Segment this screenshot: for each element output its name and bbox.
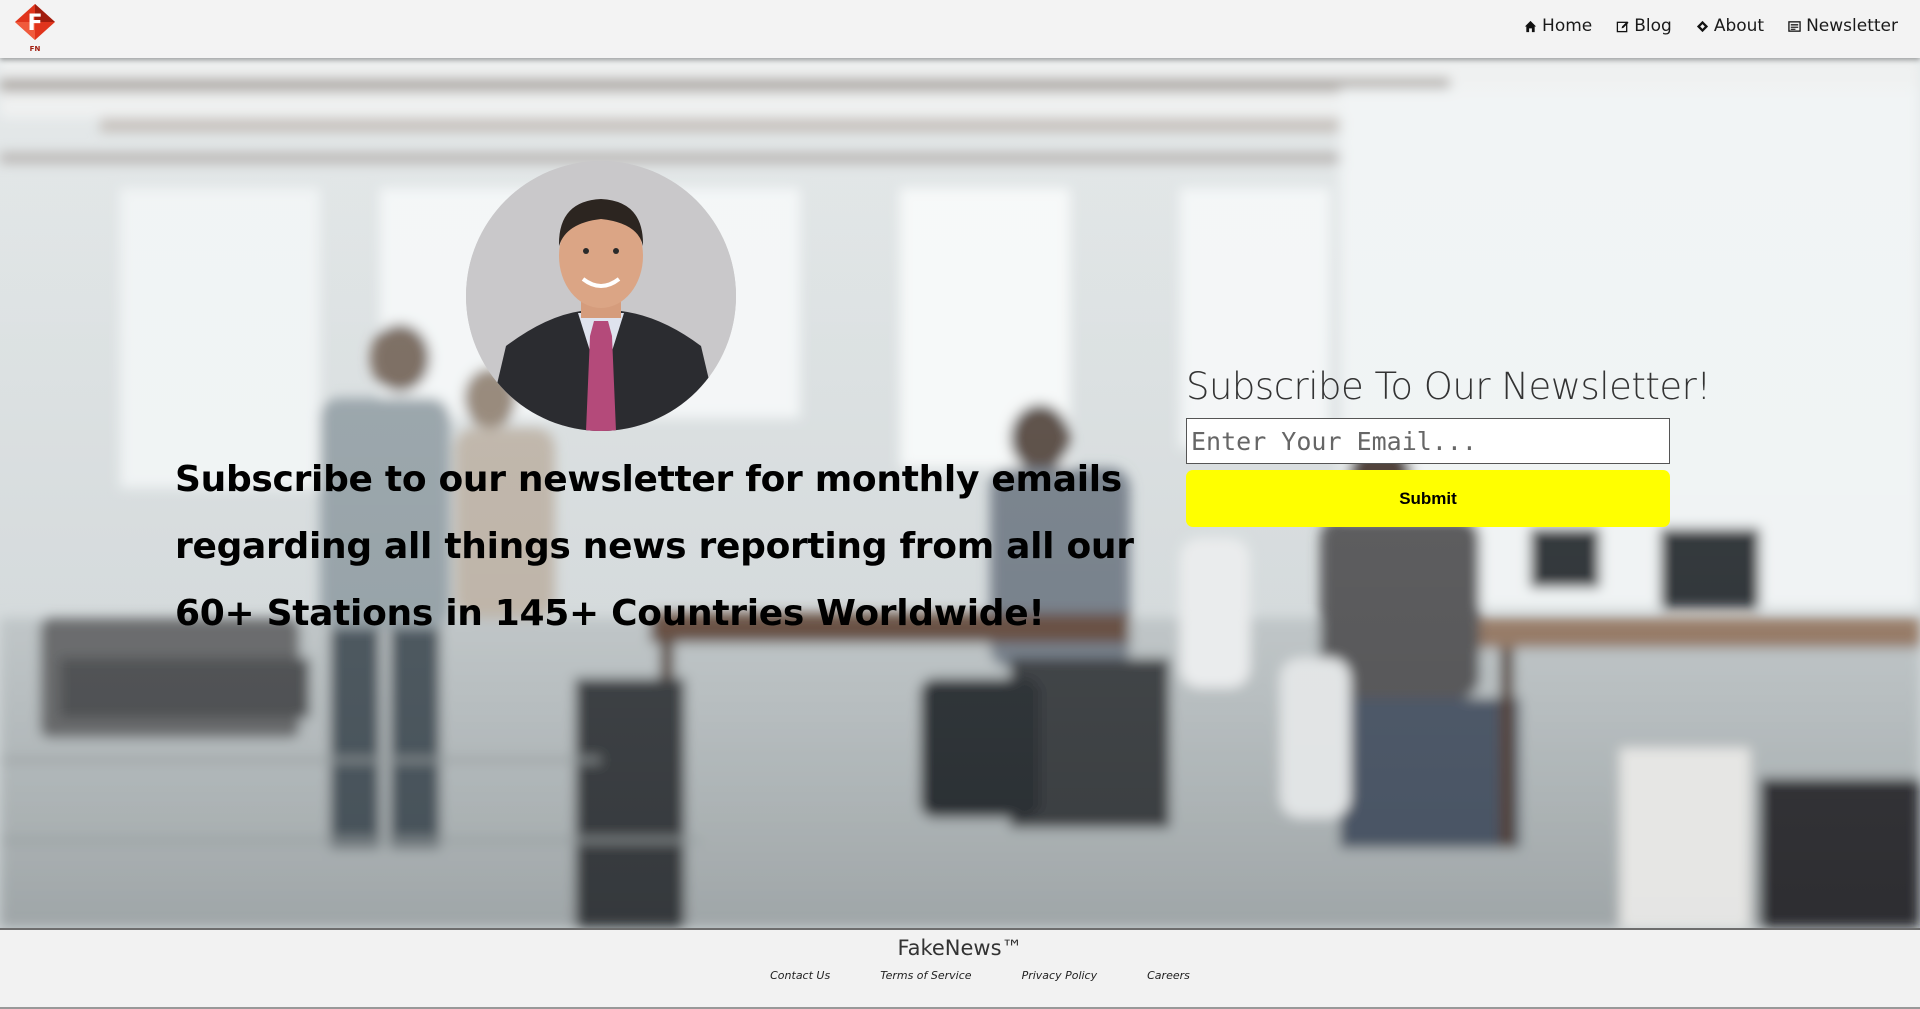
nav-about-label: About (1713, 16, 1765, 36)
site-logo[interactable]: F FN (14, 3, 56, 53)
edit-icon (1616, 20, 1629, 33)
main-nav: Home Blog About Newsletter (1524, 16, 1898, 36)
nav-about[interactable]: About (1696, 16, 1764, 36)
nav-newsletter-label: Newsletter (1806, 16, 1898, 36)
profile-avatar (466, 161, 736, 431)
submit-button[interactable]: Submit (1186, 470, 1670, 527)
email-input[interactable] (1186, 418, 1670, 464)
diamond-icon (1696, 20, 1709, 33)
newspaper-icon (1788, 20, 1801, 33)
top-navbar: F FN Home Blog About Newsletter (0, 0, 1920, 58)
footer-link-contact[interactable]: Contact Us (770, 969, 830, 982)
nav-home-label: Home (1542, 16, 1593, 36)
home-icon (1524, 20, 1537, 33)
logo-mark-icon: F (15, 4, 55, 40)
footer-link-careers[interactable]: Careers (1147, 969, 1190, 982)
subscribe-form: Subscribe To Our Newsletter! Submit (1186, 364, 1711, 527)
footer-link-terms[interactable]: Terms of Service (880, 969, 971, 982)
hero-section: Subscribe to our newsletter for monthly … (0, 58, 1920, 928)
nav-blog[interactable]: Blog (1616, 16, 1672, 36)
footer-link-privacy[interactable]: Privacy Policy (1022, 969, 1098, 982)
footer-brand: FakeNews™ (897, 936, 1023, 960)
footer-links: Contact Us Terms of Service Privacy Poli… (0, 969, 1920, 982)
promo-text: Subscribe to our newsletter for monthly … (175, 459, 1134, 634)
logo-letter: F (27, 11, 42, 36)
nav-blog-label: Blog (1634, 16, 1672, 36)
nav-newsletter[interactable]: Newsletter (1788, 16, 1898, 36)
logo-text: FN (29, 45, 41, 53)
nav-home[interactable]: Home (1524, 16, 1592, 36)
subscribe-title: Subscribe To Our Newsletter! (1186, 365, 1711, 408)
site-footer: FakeNews™ Contact Us Terms of Service Pr… (0, 928, 1920, 1009)
